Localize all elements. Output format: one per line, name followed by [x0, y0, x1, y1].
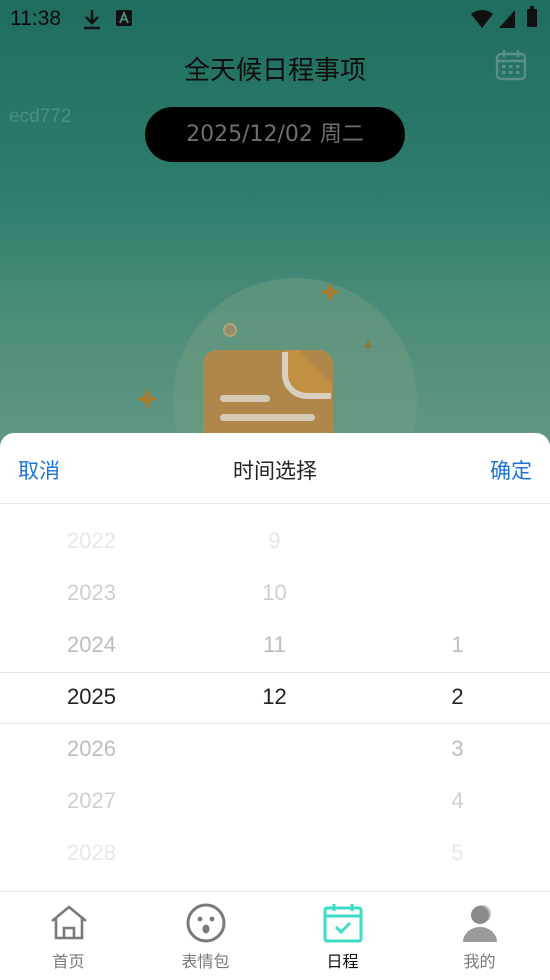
sheet-title: 时间选择	[233, 459, 317, 483]
cancel-button[interactable]: 取消	[18, 455, 60, 485]
page-title: 全天候日程事项	[183, 56, 366, 86]
day-option[interactable]: 3	[366, 723, 549, 775]
home-icon	[50, 905, 87, 940]
sheet-header: 取消 时间选择 确定	[0, 433, 550, 504]
empty-illustration	[136, 278, 417, 440]
bottom-nav: 首页 表情包 日程 我的	[0, 891, 550, 980]
month-wheel[interactable]: 9 10 11 12	[183, 503, 366, 893]
tab-emoji-label: 表情包	[181, 952, 230, 971]
font-icon	[116, 10, 132, 26]
month-option[interactable]: 9	[183, 515, 366, 567]
date-wheel-picker: 2022 2023 2024 2025 2026 2027 2028 9 10 11 12 123…	[0, 503, 550, 893]
tab-home[interactable]: 首页	[0, 892, 137, 980]
download-icon	[84, 10, 100, 30]
user-id: ecd772	[9, 106, 72, 127]
calendar-icon[interactable]	[494, 48, 528, 82]
year-wheel[interactable]: 2022 2023 2024 2025 2026 2027 2028	[0, 503, 183, 893]
month-option[interactable]	[183, 723, 366, 775]
day-option[interactable]	[366, 567, 549, 619]
status-bar: 11:38	[0, 0, 550, 38]
time-picker-sheet: 取消 时间选择 确定 2022 2023 2024 2025 2026 2027 2028 …	[0, 433, 550, 893]
day-option[interactable]: 5	[366, 827, 549, 879]
status-time: 11:38	[10, 7, 61, 30]
month-option[interactable]	[183, 827, 366, 879]
year-option[interactable]: 2022	[0, 515, 183, 567]
tab-home-label: 首页	[52, 952, 85, 971]
month-option[interactable]: 12	[183, 671, 366, 723]
date-selector[interactable]: 2025/12/02 周二	[145, 107, 405, 162]
month-option[interactable]: 10	[183, 567, 366, 619]
year-option[interactable]: 2026	[0, 723, 183, 775]
day-option[interactable]	[366, 515, 549, 567]
user-icon	[462, 905, 497, 942]
month-option[interactable]: 11	[183, 619, 366, 671]
tab-mine[interactable]: 我的	[411, 892, 548, 980]
year-option[interactable]: 2023	[0, 567, 183, 619]
confirm-button[interactable]: 确定	[490, 455, 532, 485]
day-option[interactable]: 4	[366, 775, 549, 827]
month-option[interactable]	[183, 775, 366, 827]
year-option[interactable]: 2024	[0, 619, 183, 671]
year-option[interactable]: 2025	[0, 671, 183, 723]
day-wheel[interactable]: 12345	[366, 503, 549, 893]
battery-icon	[527, 6, 537, 27]
signal-icon	[499, 10, 515, 28]
day-option[interactable]: 2	[366, 671, 549, 723]
emoji-icon	[186, 903, 225, 943]
year-option[interactable]: 2028	[0, 827, 183, 879]
tab-schedule[interactable]: 日程	[274, 892, 411, 980]
year-option[interactable]: 2027	[0, 775, 183, 827]
wifi-icon	[471, 9, 493, 28]
tab-emoji[interactable]: 表情包	[137, 892, 274, 980]
tab-schedule-label: 日程	[326, 952, 359, 971]
day-option[interactable]: 1	[366, 619, 549, 671]
calendar-check-icon	[323, 904, 362, 943]
tab-mine-label: 我的	[463, 952, 496, 971]
